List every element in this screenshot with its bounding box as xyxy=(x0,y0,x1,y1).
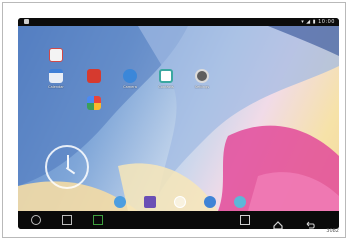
browser-icon xyxy=(49,48,63,62)
figure-code: 3082 xyxy=(326,228,339,234)
status-bar: ▾ ◢ ▮ 10:00 xyxy=(18,18,339,26)
back-icon[interactable] xyxy=(305,215,315,229)
contacts-app[interactable]: Contacts xyxy=(154,69,178,89)
figure-frame: ▾ ◢ ▮ 10:00 Calendar Camera Contacts Set… xyxy=(2,2,346,238)
settings-shortcut-icon[interactable] xyxy=(31,215,41,225)
photos-app[interactable] xyxy=(82,96,106,112)
camera-icon xyxy=(123,69,137,83)
recent-apps-icon[interactable] xyxy=(240,215,250,225)
calendar-icon xyxy=(49,69,63,83)
navigation-bar xyxy=(18,211,339,229)
dock-globe-icon[interactable] xyxy=(204,196,216,208)
contacts-icon xyxy=(159,69,173,83)
app-drawer-icon[interactable] xyxy=(174,196,186,208)
analog-clock-widget[interactable] xyxy=(45,145,89,189)
screenshot-icon[interactable] xyxy=(62,215,72,225)
android-icon[interactable] xyxy=(93,215,103,225)
settings-app[interactable]: Settings xyxy=(190,69,214,89)
status-indicators: ▾ ◢ ▮ 10:00 xyxy=(301,19,335,25)
gallery-app[interactable] xyxy=(82,69,106,85)
browser-app[interactable] xyxy=(44,48,68,64)
clock-minute-hand xyxy=(66,167,76,174)
dock-browser-icon[interactable] xyxy=(114,196,126,208)
home-icon[interactable] xyxy=(273,215,283,229)
gear-icon xyxy=(195,69,209,83)
photos-icon xyxy=(87,96,101,110)
dock-settings-icon[interactable] xyxy=(234,196,246,208)
camera-app[interactable]: Camera xyxy=(118,69,142,89)
home-wallpaper: Calendar Camera Contacts Settings xyxy=(18,26,339,211)
dock-gallery-icon[interactable] xyxy=(144,196,156,208)
tablet-screen: ▾ ◢ ▮ 10:00 Calendar Camera Contacts Set… xyxy=(18,18,339,229)
clock-hour-hand xyxy=(67,155,69,168)
gallery-icon xyxy=(87,69,101,83)
notification-icon xyxy=(24,19,29,24)
calendar-app[interactable]: Calendar xyxy=(44,69,68,89)
